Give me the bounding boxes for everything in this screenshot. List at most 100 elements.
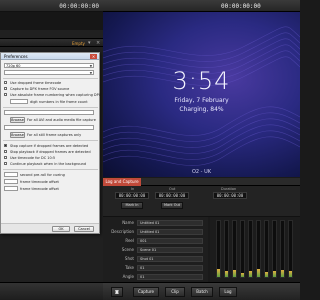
batch-button[interactable]: Batch bbox=[191, 287, 213, 297]
capture-button[interactable]: Capture bbox=[133, 287, 159, 297]
close-icon[interactable]: × bbox=[96, 40, 100, 46]
metadata-label: Shot bbox=[124, 256, 134, 261]
digit-count-input[interactable] bbox=[10, 99, 28, 104]
audio-format-select[interactable]: ▼ bbox=[4, 70, 94, 75]
reel-field[interactable]: 001 bbox=[137, 238, 203, 244]
metadata-row: Angle 01 bbox=[103, 273, 208, 281]
log-button[interactable]: Log bbox=[219, 287, 237, 297]
media-pool-footer bbox=[0, 282, 103, 300]
stop-capture-dropped-checkbox[interactable] bbox=[4, 144, 7, 147]
capture-dpx-checkbox[interactable] bbox=[4, 87, 7, 90]
clip-name: O2 - UK bbox=[191, 169, 212, 175]
audio-meter-level bbox=[241, 273, 244, 277]
continue-playback-checkbox[interactable] bbox=[4, 162, 7, 165]
pref-label: For all still frame captures only bbox=[27, 133, 82, 137]
audio-meter-channel bbox=[240, 220, 245, 278]
audio-meter-level bbox=[217, 269, 220, 277]
pref-row: digit numbers in file frame count bbox=[1, 99, 101, 105]
preferences-title: Preferences bbox=[4, 54, 28, 59]
video-format-select[interactable]: 720p 60 ▼ bbox=[4, 63, 94, 68]
empty-bin-button[interactable]: Empty bbox=[72, 41, 85, 46]
scene-field[interactable]: Scene 01 bbox=[137, 247, 203, 253]
audio-meter-channel bbox=[256, 220, 261, 278]
preferences-dialog: Preferences × 720p 60 ▼ ▼ Use dropped fr… bbox=[0, 52, 100, 234]
media-pool-timecode: 00:00:00:00 bbox=[59, 3, 99, 10]
timecode-panel: In Out Duration 00:00:00:00 00:00:00:00 … bbox=[103, 186, 300, 217]
take-field[interactable]: 01 bbox=[137, 265, 203, 271]
bin-bar: Empty ▾ × bbox=[0, 38, 103, 47]
audio-meter-level bbox=[289, 271, 292, 277]
mark-in-button[interactable]: Mark In bbox=[121, 202, 143, 209]
timecode-offset-input-2[interactable] bbox=[4, 186, 18, 191]
audio-meter-level bbox=[249, 271, 252, 277]
metadata-row: Shot Shot 01 bbox=[103, 255, 208, 263]
stop-playback-dropped-checkbox[interactable] bbox=[4, 150, 7, 153]
capture-toolbar: ◙ Capture Clip Batch Log bbox=[103, 282, 300, 300]
pref-row: frame timecode offset bbox=[1, 186, 101, 192]
audio-meter-channel bbox=[248, 220, 253, 278]
preroll-input[interactable] bbox=[4, 172, 18, 177]
dropped-frame-timecode-checkbox[interactable] bbox=[4, 81, 7, 84]
pref-label: Continue playback when in the background bbox=[10, 162, 87, 166]
audio-meter-level bbox=[225, 271, 228, 277]
divider bbox=[3, 169, 98, 170]
out-label: Out bbox=[169, 187, 176, 191]
shot-field[interactable]: Shot 01 bbox=[137, 256, 203, 262]
close-icon[interactable]: × bbox=[90, 54, 97, 59]
metadata-row: Name Untitled 01 bbox=[103, 219, 208, 227]
mark-out-button[interactable]: Mark Out bbox=[161, 202, 183, 209]
chevron-down-icon[interactable]: ▾ bbox=[88, 40, 91, 46]
pref-row: Use absolute frame numbering when captur… bbox=[1, 92, 101, 98]
divider bbox=[3, 140, 98, 141]
audio-meter-channel bbox=[216, 220, 221, 278]
pref-label: Use absolute frame numbering when captur… bbox=[10, 93, 100, 97]
panel-tabs: Log and Capture bbox=[103, 178, 300, 186]
audio-meter-level bbox=[273, 271, 276, 277]
divider bbox=[3, 78, 98, 79]
audio-format-row: ▼ bbox=[1, 70, 101, 76]
pref-row: Browse For all still frame captures only bbox=[1, 132, 101, 138]
description-field[interactable]: Untitled 01 bbox=[137, 229, 203, 235]
timecode-offset-input[interactable] bbox=[4, 179, 18, 184]
browse-button[interactable]: Browse bbox=[10, 132, 25, 138]
metadata-row: Reel 001 bbox=[103, 237, 208, 245]
pref-row: frame timecode offset bbox=[1, 179, 101, 185]
browse-button[interactable]: Browse bbox=[10, 117, 25, 123]
pref-row: second pre-roll for cueing bbox=[1, 172, 101, 178]
pref-label: For all AVI and audio media file capture bbox=[27, 118, 96, 122]
viewer-header bbox=[103, 0, 300, 12]
use-timecode-checkbox[interactable] bbox=[4, 156, 7, 159]
clip-button[interactable]: Clip bbox=[165, 287, 185, 297]
camera-icon[interactable]: ◙ bbox=[111, 287, 123, 297]
metadata-row: Description Untitled 01 bbox=[103, 228, 208, 236]
ok-button[interactable]: OK bbox=[52, 226, 70, 232]
absolute-frame-numbering-checkbox[interactable] bbox=[4, 93, 7, 96]
audio-meter-channel bbox=[280, 220, 285, 278]
tab-log-and-capture[interactable]: Log and Capture bbox=[103, 178, 141, 186]
audio-meter-channel bbox=[224, 220, 229, 278]
media-pool-header: 00:00:00:00 bbox=[0, 0, 103, 12]
video-viewer[interactable]: 3:54 Friday, 7 February Charging, 84% O2… bbox=[103, 12, 300, 177]
in-timecode[interactable]: 00:00:00:00 bbox=[115, 192, 149, 199]
cancel-button[interactable]: Cancel bbox=[74, 226, 94, 232]
pref-row bbox=[1, 125, 101, 131]
metadata-label: Description bbox=[111, 229, 134, 234]
name-field[interactable]: Untitled 01 bbox=[137, 220, 203, 226]
video-format-value: 720p 60 bbox=[6, 64, 21, 68]
audio-meter-level bbox=[257, 269, 260, 277]
audio-meter-level bbox=[281, 270, 284, 277]
lock-screen-time: 3:54 bbox=[172, 67, 231, 95]
lock-screen-charging: Charging, 84% bbox=[179, 106, 224, 113]
media-pool-toolbar bbox=[0, 12, 103, 30]
capture-path-input[interactable] bbox=[4, 110, 94, 115]
angle-field[interactable]: 01 bbox=[137, 274, 203, 280]
still-path-input[interactable] bbox=[4, 125, 94, 130]
pref-row: Continue playback when in the background bbox=[1, 161, 101, 167]
out-timecode[interactable]: 00:00:00:00 bbox=[155, 192, 189, 199]
preferences-titlebar[interactable]: Preferences × bbox=[1, 53, 99, 60]
metadata-label: Scene bbox=[121, 247, 134, 252]
pref-label: digit numbers in file frame count bbox=[30, 100, 88, 104]
audio-meter-level bbox=[265, 272, 268, 277]
pref-label: frame timecode offset bbox=[20, 180, 59, 184]
clip-metadata: Name Untitled 01 Description Untitled 01… bbox=[103, 217, 208, 282]
